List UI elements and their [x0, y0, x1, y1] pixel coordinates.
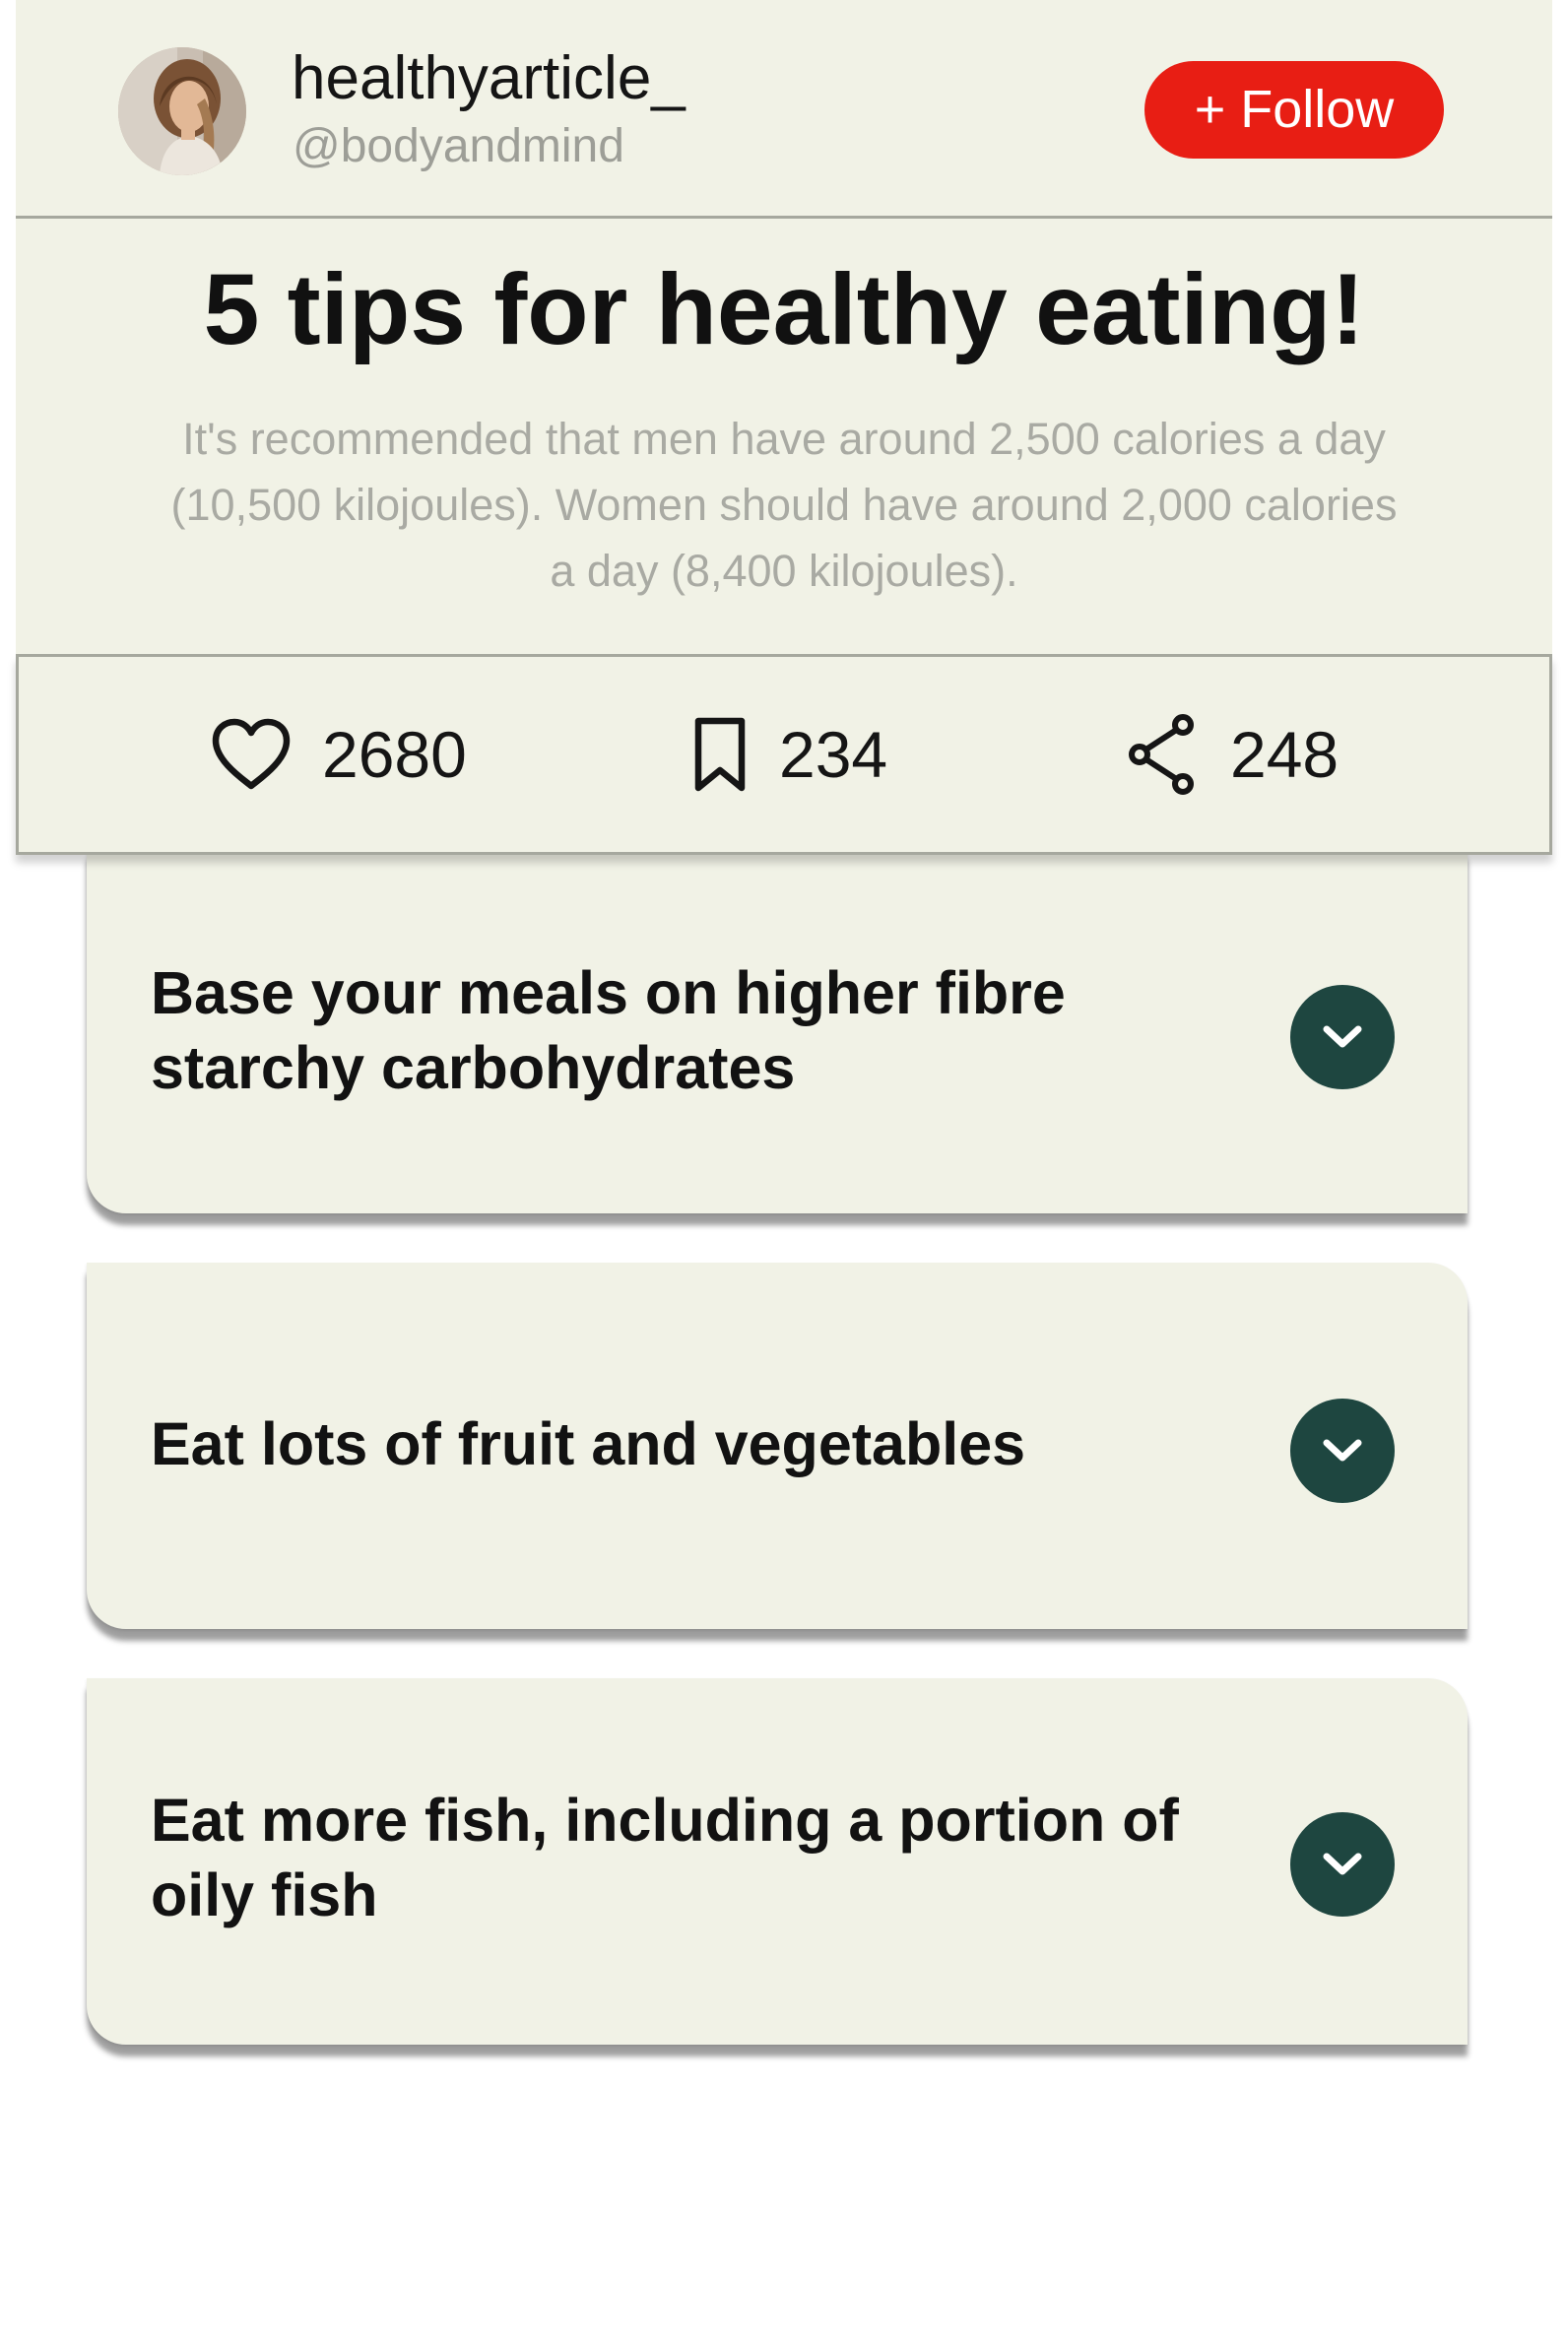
author-handle: @bodyandmind	[293, 120, 624, 172]
share-count: 248	[1230, 718, 1339, 791]
tip-title: Base your meals on higher fibre starchy …	[151, 959, 1066, 1101]
tip-card[interactable]: Base your meals on higher fibre starchy …	[87, 849, 1468, 1213]
like-count: 2680	[322, 718, 467, 791]
engagement-bar: 2680 234 248	[16, 654, 1552, 855]
expand-button[interactable]	[1290, 985, 1395, 1089]
chevron-down-icon	[1323, 1025, 1362, 1048]
author-username[interactable]: healthyarticle_	[292, 41, 686, 116]
tip-title: Eat more fish, including a portion of oi…	[151, 1787, 1179, 1928]
avatar-image	[118, 47, 246, 175]
author-header: healthyarticle_ @bodyandmind + Follow	[16, 0, 1552, 219]
tip-card[interactable]: Eat lots of fruit and vegetables	[87, 1263, 1468, 1629]
article-title: 5 tips for healthy eating!	[203, 253, 1365, 365]
save-button[interactable]: 234	[690, 657, 887, 852]
chevron-down-icon	[1323, 1853, 1362, 1875]
avatar[interactable]	[118, 47, 246, 175]
like-button[interactable]: 2680	[210, 657, 467, 852]
share-button[interactable]: 248	[1126, 657, 1339, 852]
article-summary: It's recommended that men have around 2,…	[170, 414, 1398, 596]
article-header-panel: healthyarticle_ @bodyandmind + Follow 5 …	[16, 0, 1552, 654]
chevron-down-icon	[1323, 1439, 1362, 1462]
share-icon	[1129, 714, 1194, 795]
tip-title: Eat lots of fruit and vegetables	[151, 1410, 1026, 1477]
heart-icon	[212, 718, 291, 790]
expand-button[interactable]	[1290, 1399, 1395, 1503]
expand-button[interactable]	[1290, 1812, 1395, 1917]
tip-card[interactable]: Eat more fish, including a portion of oi…	[87, 1678, 1468, 2045]
bookmark-icon	[694, 717, 746, 792]
follow-button[interactable]: + Follow	[1144, 61, 1444, 159]
save-count: 234	[779, 718, 888, 791]
